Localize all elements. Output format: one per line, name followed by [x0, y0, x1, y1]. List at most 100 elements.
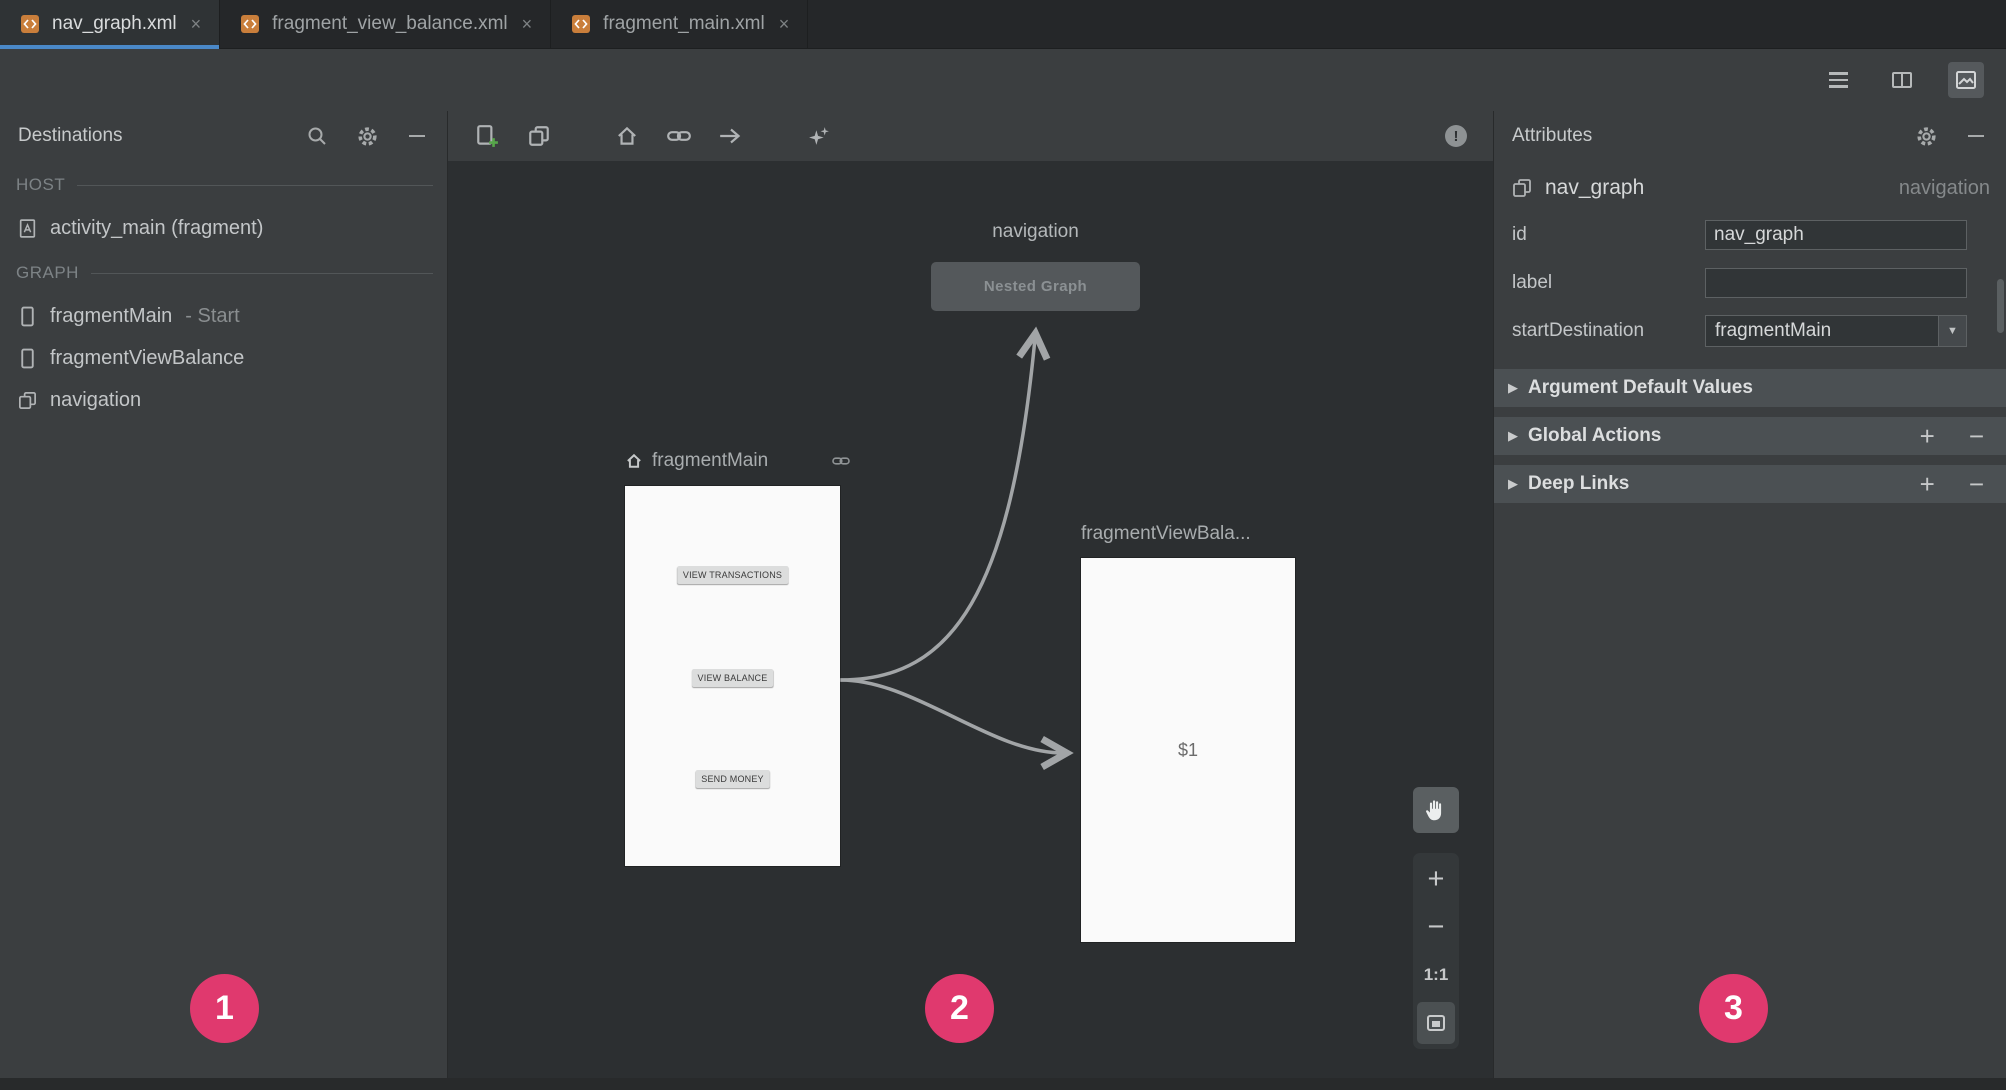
divider — [90, 272, 433, 274]
destination-item-fragment-main[interactable]: fragmentMain - Start — [0, 295, 447, 337]
preview-button: SEND MONEY — [695, 770, 770, 788]
add-icon[interactable]: + — [1920, 423, 1935, 449]
start-destination-dropdown[interactable]: fragmentMain ▼ — [1705, 315, 1967, 347]
attribute-sections: ▶ Argument Default Values ▶ Global Actio… — [1494, 369, 2006, 503]
action-to-fragment-view-balance — [838, 678, 1074, 771]
remove-icon[interactable]: − — [1969, 423, 1984, 449]
remove-icon[interactable]: − — [1969, 471, 1984, 497]
section-global-actions[interactable]: ▶ Global Actions + − — [1494, 417, 2006, 455]
fragment-main-title-row: fragmentMain — [625, 447, 851, 475]
pan-tool-button[interactable] — [1413, 787, 1459, 833]
fragment-icon — [15, 346, 39, 370]
minimize-icon[interactable] — [1964, 124, 1988, 148]
fragment-view-balance-title: fragmentViewBala... — [1081, 523, 1251, 544]
zoom-in-button[interactable]: + — [1413, 855, 1459, 903]
xml-file-icon — [569, 12, 593, 36]
gear-icon[interactable] — [355, 124, 379, 148]
tab-label: fragment_view_balance.xml — [272, 13, 508, 34]
new-nested-graph-icon[interactable] — [526, 123, 552, 149]
minus-bar — [409, 134, 425, 138]
preview-text: $1 — [1177, 739, 1199, 760]
fragment-main-preview[interactable]: VIEW TRANSACTIONS VIEW BALANCE SEND MONE… — [625, 486, 840, 866]
scrollbar-thumb[interactable] — [1997, 279, 2004, 333]
annotation-badge-2: 2 — [925, 974, 994, 1043]
id-field[interactable] — [1705, 220, 1967, 250]
xml-file-icon — [18, 12, 42, 36]
section-argument-default-values[interactable]: ▶ Argument Default Values — [1494, 369, 2006, 407]
fragment-view-balance-preview[interactable]: $1 — [1081, 558, 1295, 942]
attributes-panel: Attributes nav_graph navigation id label… — [1493, 111, 2006, 1078]
home-icon[interactable] — [614, 123, 640, 149]
start-home-icon — [625, 452, 643, 470]
destination-label: activity_main (fragment) — [50, 216, 264, 239]
zoom-controls: + − 1:1 — [1413, 853, 1459, 1049]
zoom-out-button[interactable]: − — [1413, 903, 1459, 951]
section-actions: + − — [1920, 423, 1992, 449]
add-action-arrow-icon[interactable] — [718, 123, 744, 149]
xml-file-icon — [238, 12, 262, 36]
annotation-badge-1: 1 — [190, 974, 259, 1043]
nested-graph-icon — [15, 388, 39, 412]
code-view-icon[interactable] — [1820, 62, 1856, 98]
zoom-to-fit-button[interactable] — [1417, 1002, 1455, 1044]
nav-editor: ! navigation Nested Graph fragmentMain V… — [448, 111, 1493, 1078]
destination-label: navigation — [50, 388, 142, 411]
split-view-icon[interactable] — [1884, 62, 1920, 98]
attributes-title: Attributes — [1512, 125, 1593, 146]
deep-link-icon[interactable] — [666, 123, 692, 149]
destination-item-navigation[interactable]: navigation — [0, 379, 447, 421]
host-section-label: HOST — [16, 175, 66, 194]
component-name: nav_graph — [1545, 176, 1645, 199]
collapse-icon: ▶ — [1508, 428, 1518, 443]
annotation-badge-3: 3 — [1699, 974, 1768, 1043]
nested-graph-title: navigation — [992, 221, 1079, 242]
close-icon[interactable]: × — [779, 15, 790, 33]
tab-label: nav_graph.xml — [52, 13, 177, 34]
tab-fragment-view-balance-xml[interactable]: fragment_view_balance.xml × — [220, 0, 552, 48]
add-icon[interactable]: + — [1920, 471, 1935, 497]
attribute-row-label: label — [1494, 259, 2006, 307]
search-icon[interactable] — [305, 124, 329, 148]
attribute-row-id: id — [1494, 211, 2006, 259]
minimize-icon[interactable] — [405, 124, 429, 148]
add-destination-icon[interactable] — [474, 123, 500, 149]
chevron-down-icon[interactable]: ▼ — [1938, 315, 1967, 347]
section-label: Argument Default Values — [1528, 377, 1753, 398]
close-icon[interactable]: × — [191, 15, 202, 33]
collapse-icon: ▶ — [1508, 380, 1518, 395]
fragment-main-title: fragmentMain — [652, 450, 769, 471]
component-row: nav_graph navigation — [1494, 165, 2006, 211]
preview-button: VIEW BALANCE — [691, 669, 774, 687]
tab-fragment-main-xml[interactable]: fragment_main.xml × — [551, 0, 809, 48]
destination-item-fragment-view-balance[interactable]: fragmentViewBalance — [0, 337, 447, 379]
graph-section-label: GRAPH — [16, 263, 79, 282]
action-to-nested-graph — [838, 326, 1051, 682]
warning-icon[interactable]: ! — [1445, 125, 1467, 147]
destinations-title: Destinations — [18, 125, 123, 146]
attribute-row-start-destination: startDestination fragmentMain ▼ — [1494, 307, 2006, 355]
list-lines-icon — [1828, 72, 1848, 88]
destination-item-activity-main[interactable]: activity_main (fragment) — [0, 207, 447, 249]
label-field[interactable] — [1705, 268, 1967, 298]
close-icon[interactable]: × — [522, 15, 533, 33]
destination-label: fragmentViewBalance — [50, 346, 245, 369]
zoom-actual-size-button[interactable]: 1:1 — [1413, 951, 1459, 999]
collapse-icon: ▶ — [1508, 476, 1518, 491]
bottom-strip — [0, 1078, 2006, 1090]
destination-label: fragmentMain — [50, 304, 173, 327]
design-view-icon[interactable] — [1948, 62, 1984, 98]
editor-tab-bar: nav_graph.xml × fragment_view_balance.xm… — [0, 0, 2006, 49]
attr-label-id: id — [1512, 224, 1527, 245]
attr-label-label: label — [1512, 272, 1553, 293]
nested-graph-node[interactable]: Nested Graph — [931, 262, 1140, 311]
nav-graph-canvas[interactable]: navigation Nested Graph fragmentMain VIE… — [448, 161, 1493, 1078]
gear-icon[interactable] — [1914, 124, 1938, 148]
graph-section-header: GRAPH — [0, 251, 447, 295]
fit-screen-icon — [1427, 1015, 1445, 1031]
preview-button: VIEW TRANSACTIONS — [676, 566, 789, 584]
section-deep-links[interactable]: ▶ Deep Links + − — [1494, 465, 2006, 503]
destinations-panel: Destinations HOST activity_main (fragmen… — [0, 111, 448, 1078]
attr-label-start-destination: startDestination — [1512, 320, 1645, 341]
tab-nav-graph-xml[interactable]: nav_graph.xml × — [0, 0, 221, 49]
auto-arrange-sparkle-icon[interactable] — [806, 123, 832, 149]
